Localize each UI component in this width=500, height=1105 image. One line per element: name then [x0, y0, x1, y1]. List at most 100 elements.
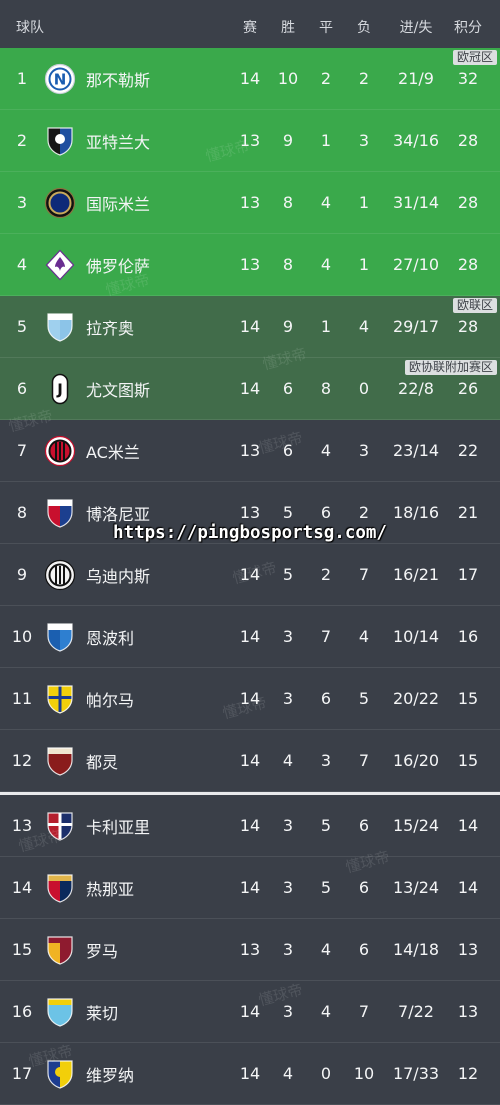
verona-logo-icon: [47, 1059, 73, 1089]
team-points: 28: [457, 255, 479, 274]
team-goals: 20/22: [392, 689, 440, 708]
svg-text:J: J: [56, 380, 63, 398]
team-won: 9: [282, 317, 294, 336]
team-lost: 7: [358, 565, 370, 584]
team-points: 15: [457, 751, 479, 770]
team-row[interactable]: 15 罗马 13 3 4 6 14/18 13: [0, 919, 500, 981]
team-logo: J: [44, 358, 76, 419]
team-logo: [44, 296, 76, 357]
team-won: 3: [282, 878, 294, 897]
team-drawn: 3: [320, 751, 332, 770]
team-row[interactable]: 4 佛罗伦萨 13 8 4 1 27/10 28: [0, 234, 500, 296]
team-points: 22: [457, 441, 479, 460]
team-logo: [44, 172, 76, 233]
team-won: 8: [282, 193, 294, 212]
team-row[interactable]: 9 乌迪内斯 14 5 2 7 16/21 17: [0, 544, 500, 606]
team-points: 21: [457, 503, 479, 522]
team-played: 14: [239, 1064, 261, 1083]
team-row[interactable]: 8 博洛尼亚 13 5 6 2 18/16 21: [0, 482, 500, 544]
team-logo: [44, 668, 76, 729]
team-name: 帕尔马: [86, 690, 135, 710]
team-name: 那不勒斯: [86, 70, 151, 90]
team-logo: [44, 606, 76, 667]
team-row[interactable]: 14 热那亚 14 3 5 6 13/24 14: [0, 857, 500, 919]
column-header-team: 球队: [16, 20, 44, 36]
team-logo: [44, 857, 76, 918]
team-won: 5: [282, 503, 294, 522]
team-rank: 11: [11, 689, 33, 708]
udinese-logo-icon: [44, 559, 76, 590]
team-played: 14: [239, 689, 261, 708]
team-name: AC米兰: [86, 442, 140, 462]
team-played: 14: [239, 317, 261, 336]
team-rank: 17: [11, 1064, 33, 1083]
zone-badge: 欧联区: [452, 298, 497, 313]
team-rank: 16: [11, 1002, 33, 1021]
team-won: 4: [282, 1064, 294, 1083]
team-goals: 16/20: [392, 751, 440, 770]
standings-section-bottom: 13 卡利亚里 14 3 5 6 15/24 14 14 热那亚 14 3 5 …: [0, 795, 500, 1105]
team-rank: 15: [11, 940, 33, 959]
team-lost: 3: [358, 441, 370, 460]
team-goals: 27/10: [392, 255, 440, 274]
team-lost: 5: [358, 689, 370, 708]
team-goals: 34/16: [392, 131, 440, 150]
team-won: 3: [282, 816, 294, 835]
team-name: 尤文图斯: [86, 380, 151, 400]
team-rank: 14: [11, 878, 33, 897]
team-row[interactable]: 3 国际米兰 13 8 4 1 31/14 28: [0, 172, 500, 234]
team-points: 16: [457, 627, 479, 646]
team-lost: 1: [358, 255, 370, 274]
team-goals: 18/16: [392, 503, 440, 522]
svg-text:N: N: [54, 70, 67, 88]
team-rank: 5: [16, 317, 28, 336]
team-row[interactable]: 13 卡利亚里 14 3 5 6 15/24 14: [0, 795, 500, 857]
team-logo: [44, 981, 76, 1042]
team-row[interactable]: 10 恩波利 14 3 7 4 10/14 16: [0, 606, 500, 668]
team-row[interactable]: 12 都灵 14 4 3 7 16/20 15: [0, 730, 500, 792]
team-goals: 14/18: [392, 940, 440, 959]
roma-logo-icon: [47, 935, 73, 965]
column-header-drawn: 平: [319, 20, 333, 36]
team-points: 15: [457, 689, 479, 708]
team-drawn: 6: [320, 503, 332, 522]
team-played: 13: [239, 503, 261, 522]
team-drawn: 1: [320, 131, 332, 150]
team-rank: 6: [16, 379, 28, 398]
team-name: 卡利亚里: [86, 817, 151, 837]
team-won: 10: [277, 69, 299, 88]
parma-logo-icon: [47, 684, 73, 714]
team-drawn: 5: [320, 878, 332, 897]
team-drawn: 4: [320, 441, 332, 460]
team-won: 3: [282, 627, 294, 646]
team-row[interactable]: 欧协联附加赛区 6 J 尤文图斯 14 6 8 0 22/8 26: [0, 358, 500, 420]
team-played: 14: [239, 878, 261, 897]
team-row[interactable]: 7 AC米兰 13 6 4 3 23/14 22: [0, 420, 500, 482]
team-row[interactable]: 16 莱切 14 3 4 7 7/22 13: [0, 981, 500, 1043]
team-name: 罗马: [86, 941, 119, 961]
team-rank: 9: [16, 565, 28, 584]
team-logo: [44, 110, 76, 171]
team-lost: 4: [358, 627, 370, 646]
team-drawn: 0: [320, 1064, 332, 1083]
team-drawn: 4: [320, 1002, 332, 1021]
team-logo: [44, 795, 76, 856]
team-row[interactable]: 2 亚特兰大 13 9 1 3 34/16 28: [0, 110, 500, 172]
team-won: 3: [282, 689, 294, 708]
team-won: 9: [282, 131, 294, 150]
team-won: 5: [282, 565, 294, 584]
team-name: 热那亚: [86, 879, 135, 899]
team-drawn: 6: [320, 689, 332, 708]
team-row[interactable]: 欧联区 5 拉齐奥 14 9 1 4 29/17 28: [0, 296, 500, 358]
team-lost: 3: [358, 131, 370, 150]
team-row[interactable]: 17 维罗纳 14 4 0 10 17/33 12: [0, 1043, 500, 1105]
team-goals: 29/17: [392, 317, 440, 336]
team-played: 13: [239, 193, 261, 212]
juventus-logo-icon: J: [51, 373, 69, 404]
team-drawn: 2: [320, 69, 332, 88]
team-played: 14: [239, 627, 261, 646]
team-row[interactable]: 欧冠区 1 N 那不勒斯 14 10 2 2 21/9 32: [0, 48, 500, 110]
team-row[interactable]: 11 帕尔马 14 3 6 5 20/22 15: [0, 668, 500, 730]
lazio-logo-icon: [47, 312, 73, 342]
team-name: 博洛尼亚: [86, 504, 151, 524]
